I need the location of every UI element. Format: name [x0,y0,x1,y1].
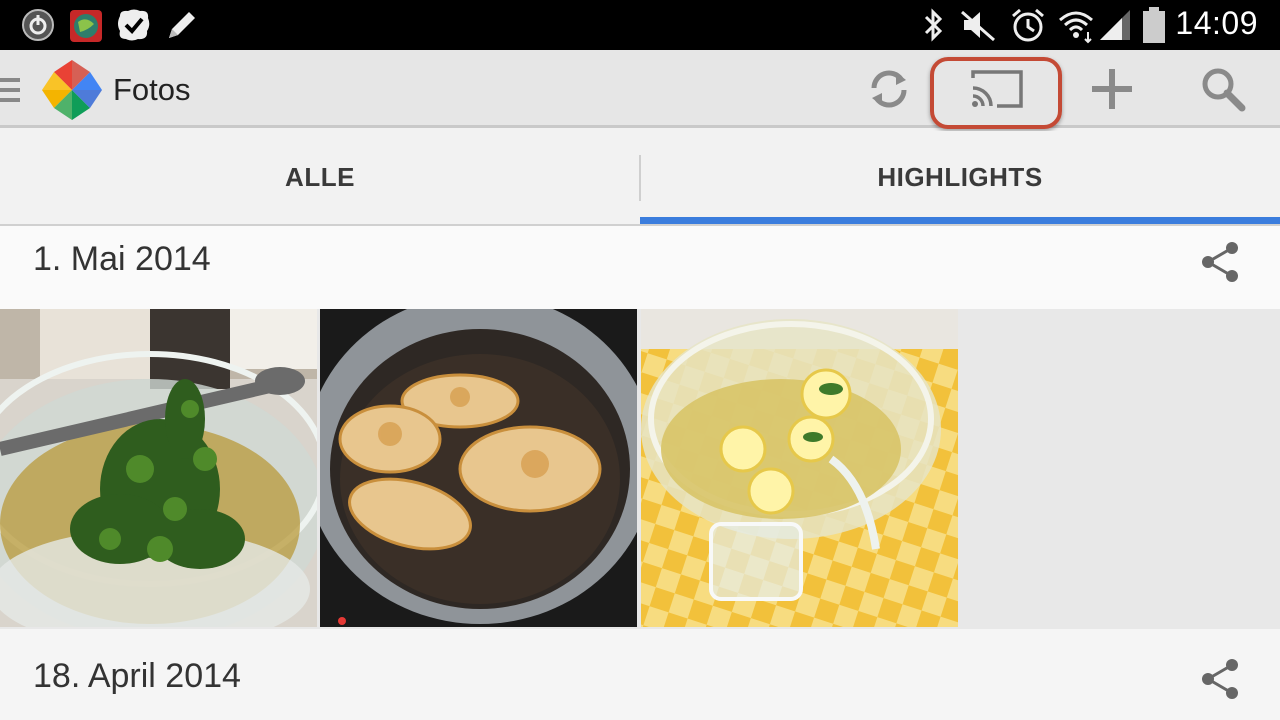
alarm-icon [1012,8,1044,42]
signal-icon [1100,10,1130,40]
tab-highlights[interactable]: HIGHLIGHTS [640,131,1280,224]
salad-bowl-photo[interactable] [0,309,317,627]
tab-highlights-label: HIGHLIGHTS [877,162,1043,192]
tab-bar: ALLE HIGHLIGHTS [0,131,1280,226]
mute-icon [961,10,995,42]
battery-icon [1143,7,1165,43]
search-button[interactable] [1190,50,1256,128]
tab-alle-label: ALLE [285,162,355,192]
salad-bowl-image [0,309,317,627]
cast-button[interactable] [940,50,1054,128]
pancakes-image [320,309,637,627]
add-button[interactable] [1080,50,1144,128]
share-icon[interactable] [1198,657,1242,701]
menu-icon[interactable] [0,74,22,106]
globe-app-icon [70,10,102,42]
app-title: Fotos [113,72,191,107]
app-bar: Fotos [0,50,1280,128]
search-icon [1202,68,1246,112]
section-date: 18. April 2014 [33,657,241,695]
section-date: 1. Mai 2014 [33,240,211,278]
sync-button[interactable] [858,50,920,128]
pancakes-pan-photo[interactable] [320,309,637,627]
bluetooth-icon [924,8,943,42]
wifi-icon [1059,11,1093,44]
status-time: 14:09 [1175,5,1258,41]
power-icon [22,9,54,41]
sync-icon [871,70,907,108]
lemon-punch-photo[interactable] [641,309,958,627]
date-section-header: 1. Mai 2014 [0,226,1280,309]
tab-selected-indicator [640,217,1280,224]
status-bar: 14:09 [0,0,1280,50]
cast-icon [971,70,1023,108]
date-section-header: 18. April 2014 [0,629,1280,720]
photo-grid [0,309,1280,629]
check-chat-icon [118,9,150,41]
photos-logo-icon[interactable] [40,58,104,122]
add-icon [1092,69,1132,109]
pencil-icon [169,12,195,38]
lemon-punch-image [641,309,958,627]
tab-alle[interactable]: ALLE [0,131,640,224]
share-icon[interactable] [1198,240,1242,284]
